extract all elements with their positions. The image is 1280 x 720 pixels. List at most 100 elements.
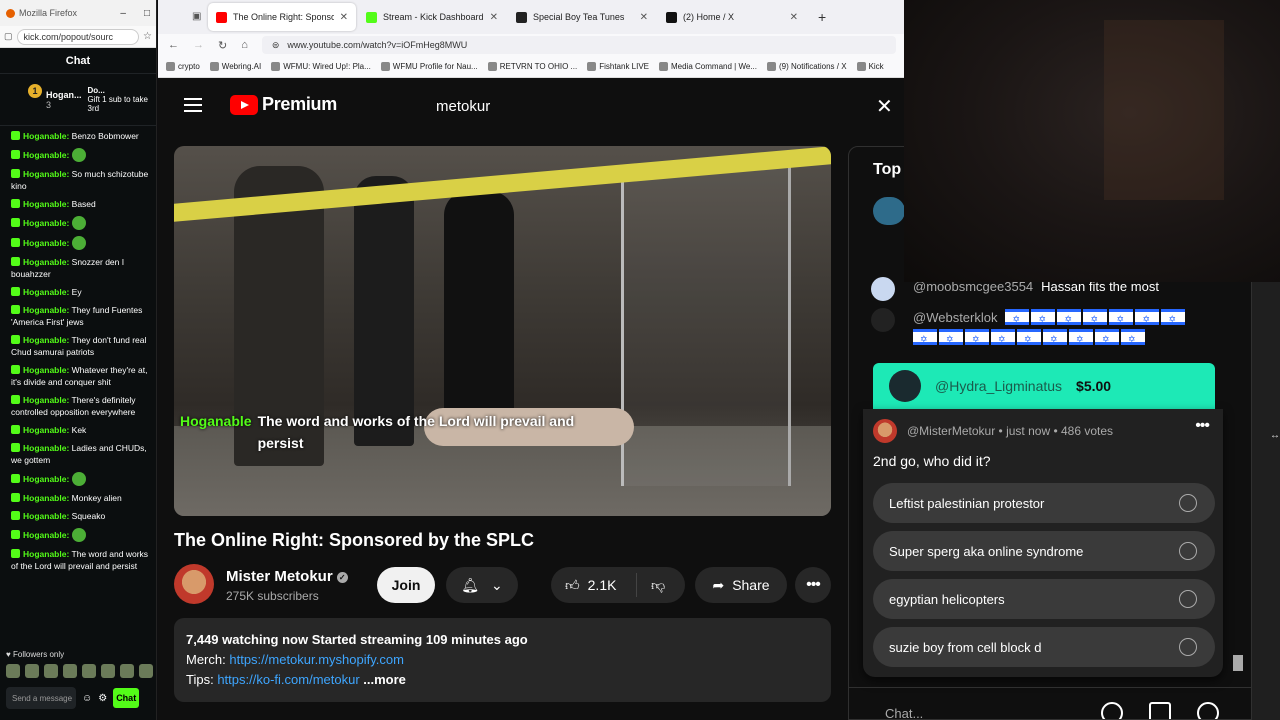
poll-option[interactable]: suzie boy from cell block d xyxy=(873,627,1215,667)
heart-icon[interactable] xyxy=(1197,702,1219,719)
youtube-search-input[interactable] xyxy=(418,90,888,122)
share-button[interactable]: ➦ Share xyxy=(695,567,787,603)
kick-chat-username[interactable]: Hoganable: xyxy=(23,511,69,521)
kick-chat-username[interactable]: Hoganable: xyxy=(23,305,69,315)
bookmark-item[interactable]: WFMU: Wired Up!: Pla... xyxy=(271,62,371,71)
kick-url-field[interactable]: kick.com/popout/sourc xyxy=(16,28,140,45)
kick-send-chat-button[interactable]: Chat xyxy=(113,688,140,708)
hamburger-menu-icon[interactable] xyxy=(184,98,202,112)
kick-chat-username[interactable]: Hoganable: xyxy=(23,169,69,179)
kick-chat-username[interactable]: Hoganable: xyxy=(23,150,69,160)
bookmark-item[interactable]: Fishtank LIVE xyxy=(587,62,649,71)
emote-icon[interactable] xyxy=(44,664,58,678)
emote-icon xyxy=(71,216,86,230)
close-tab-icon[interactable]: ✕ xyxy=(790,12,798,23)
kick-chat-username[interactable]: Hoganable: xyxy=(23,493,69,503)
emote-icon[interactable] xyxy=(25,664,39,678)
kick-chat-username[interactable]: Hoganable: xyxy=(23,257,69,267)
address-bar[interactable]: ⊜ www.youtube.com/watch?v=iOFmHeg8MWU xyxy=(261,36,896,54)
chat-overlay-caption: Hoganable The word and works of the Lord … xyxy=(180,410,588,454)
poll-option[interactable]: Leftist palestinian protestor xyxy=(873,483,1215,523)
bookmark-item[interactable]: Media Command | We... xyxy=(659,62,757,71)
emote-icon[interactable] xyxy=(101,664,115,678)
show-more-link[interactable]: ...more xyxy=(363,672,406,687)
chat-scrollbar[interactable] xyxy=(1233,655,1243,671)
minimize-icon[interactable]: – xyxy=(120,8,126,19)
channel-avatar[interactable] xyxy=(174,564,214,604)
emoji-icon[interactable] xyxy=(1101,702,1123,719)
kick-chat-username[interactable]: Hoganable: xyxy=(23,530,69,540)
kick-chat-username[interactable]: Hoganable: xyxy=(23,287,69,297)
emote-icon xyxy=(71,472,86,486)
merch-link[interactable]: https://metokur.myshopify.com xyxy=(229,652,404,667)
like-button[interactable]: 👍︎ 2.1K xyxy=(551,573,637,597)
youtube-premium-logo[interactable]: Premium xyxy=(230,94,337,115)
kick-message-input[interactable]: Send a message xyxy=(6,687,76,709)
poll-option[interactable]: Super sperg aka online syndrome xyxy=(873,531,1215,571)
new-tab-icon[interactable]: + xyxy=(808,9,826,25)
bookmark-item[interactable]: crypto xyxy=(166,62,200,71)
kick-chat-username[interactable]: Hoganable: xyxy=(23,549,69,559)
browser-tab[interactable]: The Online Right: Sponsore ✕ xyxy=(208,3,356,31)
chat-avatar[interactable] xyxy=(871,308,895,332)
video-player[interactable]: Hoganable The word and works of the Lord … xyxy=(174,146,831,516)
bookmark-item[interactable]: WFMU Profile for Nau... xyxy=(380,62,478,71)
kick-chat-username[interactable]: Hoganable: xyxy=(23,218,69,228)
channel-name[interactable]: Mister Metokur ✓ xyxy=(226,568,348,585)
site-info-icon[interactable]: ⊜ xyxy=(272,40,280,51)
israel-flag-emoji-icon xyxy=(939,329,963,349)
emote-icon[interactable] xyxy=(6,664,20,678)
notifications-button[interactable]: 🔔︎ ⌄ xyxy=(446,567,518,603)
kick-chat-username[interactable]: Hoganable: xyxy=(23,131,69,141)
poll-option[interactable]: egyptian helicopters xyxy=(873,579,1215,619)
kick-chat-username[interactable]: Hoganable: xyxy=(23,365,69,375)
bookmark-favicon-icon xyxy=(166,62,175,71)
close-tab-icon[interactable]: ✕ xyxy=(490,12,498,23)
page-icon: ▢ xyxy=(4,31,13,41)
join-button[interactable]: Join xyxy=(377,567,435,603)
close-tab-icon[interactable]: ✕ xyxy=(340,12,348,23)
subscriber-badge-icon xyxy=(11,238,20,247)
bookmark-star-icon[interactable]: ☆ xyxy=(143,31,152,42)
kick-chat-username[interactable]: Hoganable: xyxy=(23,335,69,345)
kick-chat-username[interactable]: Hoganable: xyxy=(23,474,69,484)
kick-chat-username[interactable]: Hoganable: xyxy=(23,395,69,405)
browser-tab[interactable]: (2) Home / X ✕ xyxy=(658,3,806,31)
emote-icon[interactable] xyxy=(63,664,77,678)
bookmark-item[interactable]: RETVRN TO OHIO ... xyxy=(487,62,577,71)
kick-chat-username[interactable]: Hoganable: xyxy=(23,443,69,453)
live-chat-input[interactable]: Chat... xyxy=(885,706,923,719)
kick-chat-username[interactable]: Hoganable: xyxy=(23,425,69,435)
tab-overview-icon[interactable]: ▣ xyxy=(192,11,201,22)
clear-search-icon[interactable]: ✕ xyxy=(876,94,893,119)
superchat-banner[interactable]: @Hydra_Ligminatus $5.00 xyxy=(873,363,1215,409)
chat-author[interactable]: @Websterklok xyxy=(913,310,997,325)
bookmark-item[interactable]: Kick xyxy=(856,62,884,71)
forward-arrow-icon[interactable]: → xyxy=(193,39,204,51)
reload-icon[interactable]: ↻ xyxy=(218,39,227,52)
browser-tab[interactable]: Special Boy Tea Tunes ✕ xyxy=(508,3,656,31)
emoji-icon[interactable]: ☺ xyxy=(82,693,92,704)
dislike-button[interactable]: 👎︎ xyxy=(637,577,665,594)
home-icon[interactable]: ⌂ xyxy=(241,39,248,51)
back-arrow-icon[interactable]: ← xyxy=(168,39,179,51)
settings-gear-icon[interactable]: ⚙ xyxy=(98,693,107,704)
video-description[interactable]: 7,449 watching now Started streaming 109… xyxy=(174,618,831,702)
emote-icon[interactable] xyxy=(82,664,96,678)
poll-menu-icon[interactable]: ••• xyxy=(1195,417,1210,435)
chat-avatar[interactable] xyxy=(871,277,895,301)
superchat-ticker-item[interactable] xyxy=(873,197,905,225)
close-tab-icon[interactable]: ✕ xyxy=(640,12,648,23)
subscriber-badge-icon xyxy=(11,131,20,140)
kick-chat-username[interactable]: Hoganable: xyxy=(23,238,69,248)
maximize-icon[interactable]: □ xyxy=(144,8,150,19)
emote-icon[interactable] xyxy=(139,664,153,678)
superchat-icon[interactable] xyxy=(1149,702,1171,719)
more-actions-icon[interactable]: ••• xyxy=(795,567,831,603)
bookmark-item[interactable]: Webring.AI xyxy=(209,62,261,71)
emote-icon[interactable] xyxy=(120,664,134,678)
kick-chat-username[interactable]: Hoganable: xyxy=(23,199,69,209)
tips-link[interactable]: https://ko-fi.com/metokur xyxy=(217,672,359,687)
bookmark-item[interactable]: (9) Notifications / X xyxy=(766,62,847,71)
browser-tab[interactable]: Stream - Kick Dashboard ✕ xyxy=(358,3,506,31)
